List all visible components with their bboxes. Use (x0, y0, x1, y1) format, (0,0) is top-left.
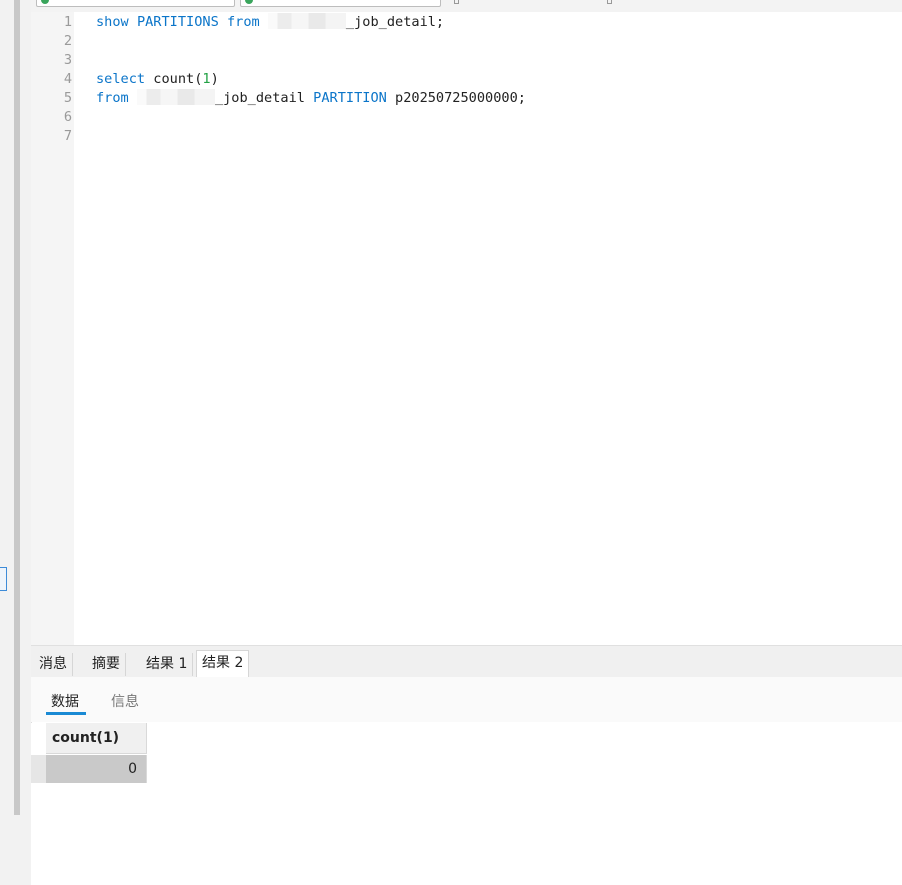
row-indicator[interactable] (31, 755, 46, 783)
result-grid: count(1) 0 (31, 723, 902, 885)
redacted-text (267, 13, 346, 29)
database-select[interactable] (240, 0, 441, 7)
active-subtab-indicator (46, 712, 86, 715)
result-subtab-bar: 数据 信息 (31, 677, 902, 722)
left-panel-selection-marker[interactable] (0, 567, 7, 591)
code-token: _job_detail (214, 90, 314, 106)
tab-summary[interactable]: 摘要 (87, 653, 126, 676)
code-token: PARTITIONS (136, 14, 219, 30)
database-icon (245, 0, 253, 4)
run-icon[interactable] (454, 0, 459, 4)
code-text[interactable]: select count(1) (96, 70, 219, 89)
connection-icon (41, 0, 49, 4)
toolbar-strip (31, 0, 902, 12)
result-tab-bar: 消息 摘要 结果 1 结果 2 (31, 645, 902, 678)
line-number: 1 (63, 14, 72, 30)
code-token: from (96, 90, 129, 106)
code-token: p20250725000000; (386, 90, 526, 106)
code-token: from (226, 14, 260, 30)
subtab-data[interactable]: 数据 (51, 691, 79, 711)
subtab-info[interactable]: 信息 (111, 691, 139, 711)
code-token: select (96, 71, 146, 87)
code-token: 1 (202, 71, 211, 87)
line-number: 7 (63, 128, 72, 144)
connection-select[interactable] (36, 0, 235, 7)
code-text[interactable]: from _job_detail PARTITION p202507250000… (96, 89, 526, 108)
line-number: 3 (63, 52, 72, 68)
column-header-count[interactable]: count(1) (46, 723, 147, 754)
tab-messages[interactable]: 消息 (34, 653, 73, 676)
code-token: ) (210, 71, 219, 87)
line-number: 5 (63, 90, 72, 106)
grid-cell[interactable]: 0 (46, 755, 147, 783)
toolbar-icon[interactable] (607, 0, 612, 4)
code-token: PARTITION (313, 90, 387, 106)
tab-result-1[interactable]: 结果 1 (141, 653, 194, 676)
line-number: 4 (63, 71, 72, 87)
sql-editor[interactable]: 1 show PARTITIONS from _job_detail; 2 3 4 sel… (31, 12, 902, 645)
code-token: count( (145, 71, 203, 87)
redacted-text (136, 89, 215, 105)
code-token: show (96, 14, 129, 30)
tab-result-2[interactable]: 结果 2 (196, 650, 250, 678)
code-token: _job_detail; (345, 14, 445, 30)
code-text[interactable]: show PARTITIONS from _job_detail; (96, 13, 444, 32)
left-panel-scrollbar[interactable] (14, 0, 20, 815)
line-number: 6 (63, 109, 72, 125)
line-number: 2 (63, 33, 72, 49)
